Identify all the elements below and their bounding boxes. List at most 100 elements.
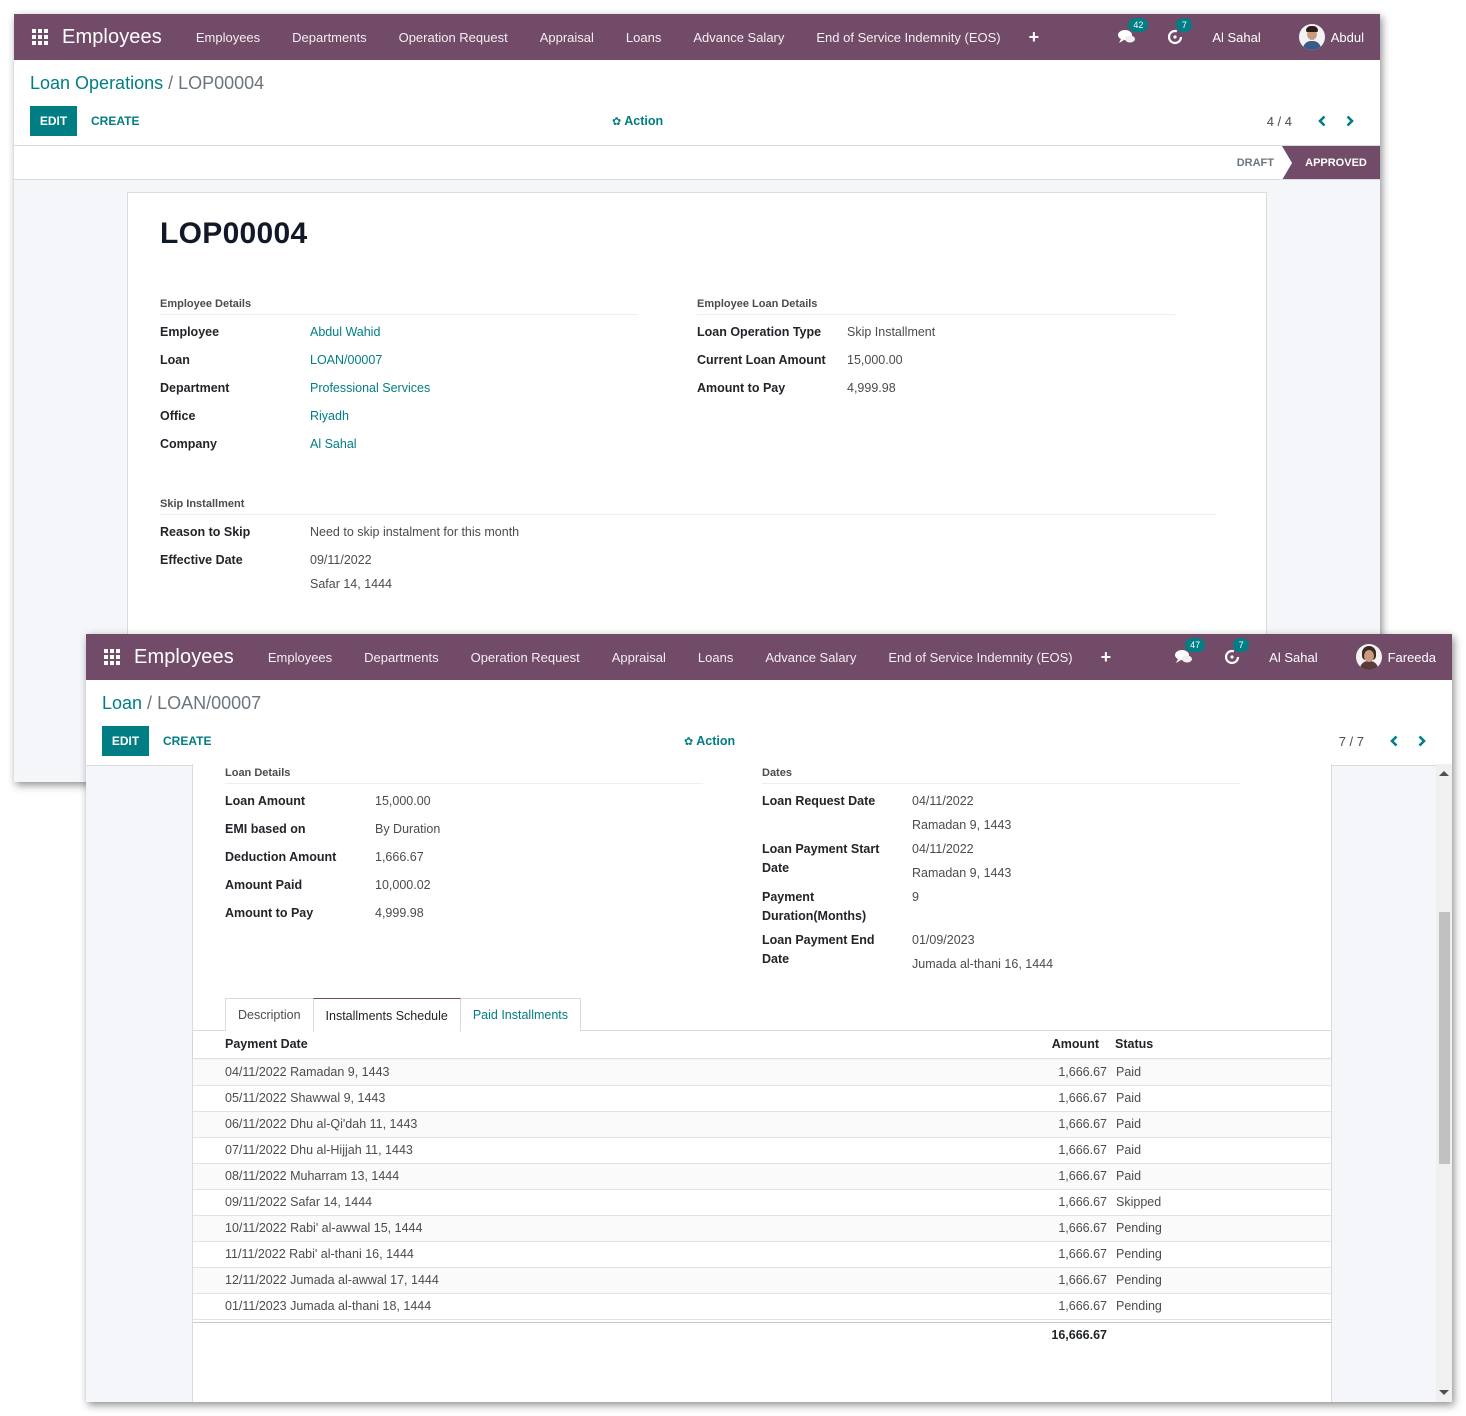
- cell-payment-date: 08/11/2022 Muharram 13, 1444: [225, 1169, 400, 1183]
- column-amount[interactable]: Amount: [1052, 1037, 1099, 1051]
- menu-employees[interactable]: Employees: [180, 30, 276, 45]
- chevron-right-icon: [1346, 115, 1354, 127]
- menu-operation-request[interactable]: Operation Request: [383, 30, 524, 45]
- apps-menu-icon[interactable]: [102, 647, 122, 667]
- pager-previous-button[interactable]: [1384, 726, 1404, 756]
- menu-advance-salary[interactable]: Advance Salary: [677, 30, 800, 45]
- stage-approved[interactable]: APPROVED: [1282, 146, 1380, 180]
- menu-eos[interactable]: End of Service Indemnity (EOS): [800, 30, 1016, 45]
- label-loan-amount: Loan Amount: [225, 794, 306, 808]
- cell-amount: 1,666.67: [1058, 1065, 1107, 1079]
- app-brand[interactable]: Employees: [134, 646, 234, 669]
- scroll-up-arrow-icon[interactable]: [1439, 771, 1449, 776]
- pager-value[interactable]: 4 / 4: [1267, 106, 1292, 136]
- label-emi-based-on: EMI based on: [225, 822, 306, 836]
- cell-amount: 1,666.67: [1058, 1247, 1107, 1261]
- action-label: Action: [624, 114, 664, 128]
- label-employee: Employee: [160, 325, 220, 339]
- user-menu[interactable]: Abdul: [1298, 24, 1364, 50]
- scrollbar-thumb[interactable]: [1439, 912, 1450, 1164]
- edit-button[interactable]: EDIT: [102, 726, 149, 756]
- menu-departments[interactable]: Departments: [348, 650, 454, 665]
- label-payment-start-date-cont: Date: [762, 861, 790, 875]
- pager-next-button[interactable]: [1340, 106, 1360, 136]
- activities-button[interactable]: 7: [1164, 18, 1193, 48]
- tab-description[interactable]: Description: [225, 998, 314, 1031]
- label-effective-date: Effective Date: [160, 553, 243, 567]
- menu-advance-salary[interactable]: Advance Salary: [749, 650, 872, 665]
- table-row[interactable]: 08/11/2022 Muharram 13, 1444 1,666.67 Paid: [193, 1164, 1331, 1190]
- table-row[interactable]: 01/11/2023 Jumada al-thani 18, 1444 1,666…: [193, 1294, 1331, 1320]
- table-row[interactable]: 12/11/2022 Jumada al-awwal 17, 1444 1,666…: [193, 1268, 1331, 1294]
- label-payment-end-date: Loan Payment End: [762, 933, 875, 947]
- messages-button[interactable]: 47: [1173, 638, 1206, 668]
- breadcrumb-separator: /: [163, 73, 179, 93]
- pager-value[interactable]: 7 / 7: [1339, 726, 1364, 756]
- table-row[interactable]: 04/11/2022 Ramadan 9, 1443 1,666.67 Paid: [193, 1060, 1331, 1086]
- menu-departments[interactable]: Departments: [276, 30, 382, 45]
- label-payment-end-date-cont: Date: [762, 952, 790, 966]
- value-amount-to-pay: 4,999.98: [847, 381, 896, 395]
- menu-loans[interactable]: Loans: [682, 650, 749, 665]
- group-title-loan-details: Loan Details: [225, 767, 703, 784]
- value-office[interactable]: Riyadh: [310, 407, 349, 426]
- scroll-down-arrow-icon[interactable]: [1439, 1390, 1449, 1395]
- chevron-left-icon: [1390, 735, 1398, 747]
- company-switcher[interactable]: Al Sahal: [1212, 30, 1260, 45]
- table-row[interactable]: 07/11/2022 Dhu al-Hijjah 11, 1443 1,666.6…: [193, 1138, 1331, 1164]
- loan-window: Employees Employees Departments Operatio…: [86, 634, 1452, 1402]
- breadcrumb-parent[interactable]: Loan Operations: [30, 73, 163, 93]
- label-payment-duration: Payment: [762, 890, 815, 904]
- messages-button[interactable]: 42: [1116, 18, 1149, 48]
- vertical-scrollbar[interactable]: [1436, 764, 1452, 1402]
- menu-employees[interactable]: Employees: [252, 650, 348, 665]
- table-row[interactable]: 05/11/2022 Shawwal 9, 1443 1,666.67 Paid: [193, 1086, 1331, 1112]
- cell-payment-date: 05/11/2022 Shawwal 9, 1443: [225, 1091, 386, 1105]
- menu-appraisal[interactable]: Appraisal: [524, 30, 610, 45]
- cell-payment-date: 11/11/2022 Rabi' al-thani 16, 1444: [225, 1247, 414, 1261]
- edit-button[interactable]: EDIT: [30, 106, 77, 136]
- menu-appraisal[interactable]: Appraisal: [596, 650, 682, 665]
- total-amount: 16,666.67: [1051, 1328, 1107, 1342]
- action-dropdown[interactable]: ✿ Action: [612, 106, 663, 136]
- table-row[interactable]: 11/11/2022 Rabi' al-thani 16, 1444 1,666.…: [193, 1242, 1331, 1268]
- value-loan-request-date-hijri: Ramadan 9, 1443: [912, 818, 1012, 832]
- menu-operation-request[interactable]: Operation Request: [455, 650, 596, 665]
- user-avatar: [1355, 644, 1382, 670]
- apps-menu-icon[interactable]: [30, 27, 50, 47]
- value-department[interactable]: Professional Services: [310, 379, 430, 398]
- column-payment-date[interactable]: Payment Date: [225, 1037, 308, 1051]
- table-row[interactable]: 06/11/2022 Dhu al-Qi'dah 11, 1443 1,666.6…: [193, 1112, 1331, 1138]
- cell-status: Skipped: [1116, 1195, 1162, 1209]
- cell-status: Paid: [1116, 1117, 1142, 1131]
- create-button[interactable]: CREATE: [163, 726, 211, 756]
- pager-next-button[interactable]: [1412, 726, 1432, 756]
- tab-installments-schedule[interactable]: Installments Schedule: [312, 998, 461, 1032]
- column-status[interactable]: Status: [1115, 1037, 1153, 1051]
- tab-paid-installments[interactable]: Paid Installments: [459, 998, 582, 1031]
- table-row[interactable]: 10/11/2022 Rabi' al-awwal 15, 1444 1,666.…: [193, 1216, 1331, 1242]
- breadcrumb-parent[interactable]: Loan: [102, 693, 142, 713]
- cell-amount: 1,666.67: [1058, 1091, 1107, 1105]
- activities-button[interactable]: 7: [1221, 638, 1250, 668]
- value-company[interactable]: Al Sahal: [310, 435, 357, 454]
- action-dropdown[interactable]: ✿ Action: [684, 726, 735, 756]
- menu-eos[interactable]: End of Service Indemnity (EOS): [872, 650, 1088, 665]
- cell-payment-date: 10/11/2022 Rabi' al-awwal 15, 1444: [225, 1221, 423, 1235]
- value-effective-date: 09/11/2022: [310, 553, 372, 567]
- app-brand[interactable]: Employees: [62, 26, 162, 49]
- messages-badge: 47: [1185, 638, 1206, 652]
- value-loan[interactable]: LOAN/00007: [310, 351, 382, 370]
- breadcrumb: Loan Operations / LOP00004: [30, 73, 264, 94]
- user-menu[interactable]: Fareeda: [1355, 644, 1436, 670]
- menu-loans[interactable]: Loans: [610, 30, 677, 45]
- plus-icon[interactable]: +: [1101, 647, 1112, 668]
- stage-draft[interactable]: DRAFT: [1237, 146, 1274, 179]
- plus-icon[interactable]: +: [1029, 27, 1040, 48]
- cell-payment-date: 07/11/2022 Dhu al-Hijjah 11, 1443: [225, 1143, 413, 1157]
- pager-previous-button[interactable]: [1312, 106, 1332, 136]
- value-employee[interactable]: Abdul Wahid: [310, 323, 380, 342]
- table-row[interactable]: 09/11/2022 Safar 14, 1444 1,666.67 Skipped: [193, 1190, 1331, 1216]
- create-button[interactable]: CREATE: [91, 106, 139, 136]
- company-switcher[interactable]: Al Sahal: [1269, 650, 1317, 665]
